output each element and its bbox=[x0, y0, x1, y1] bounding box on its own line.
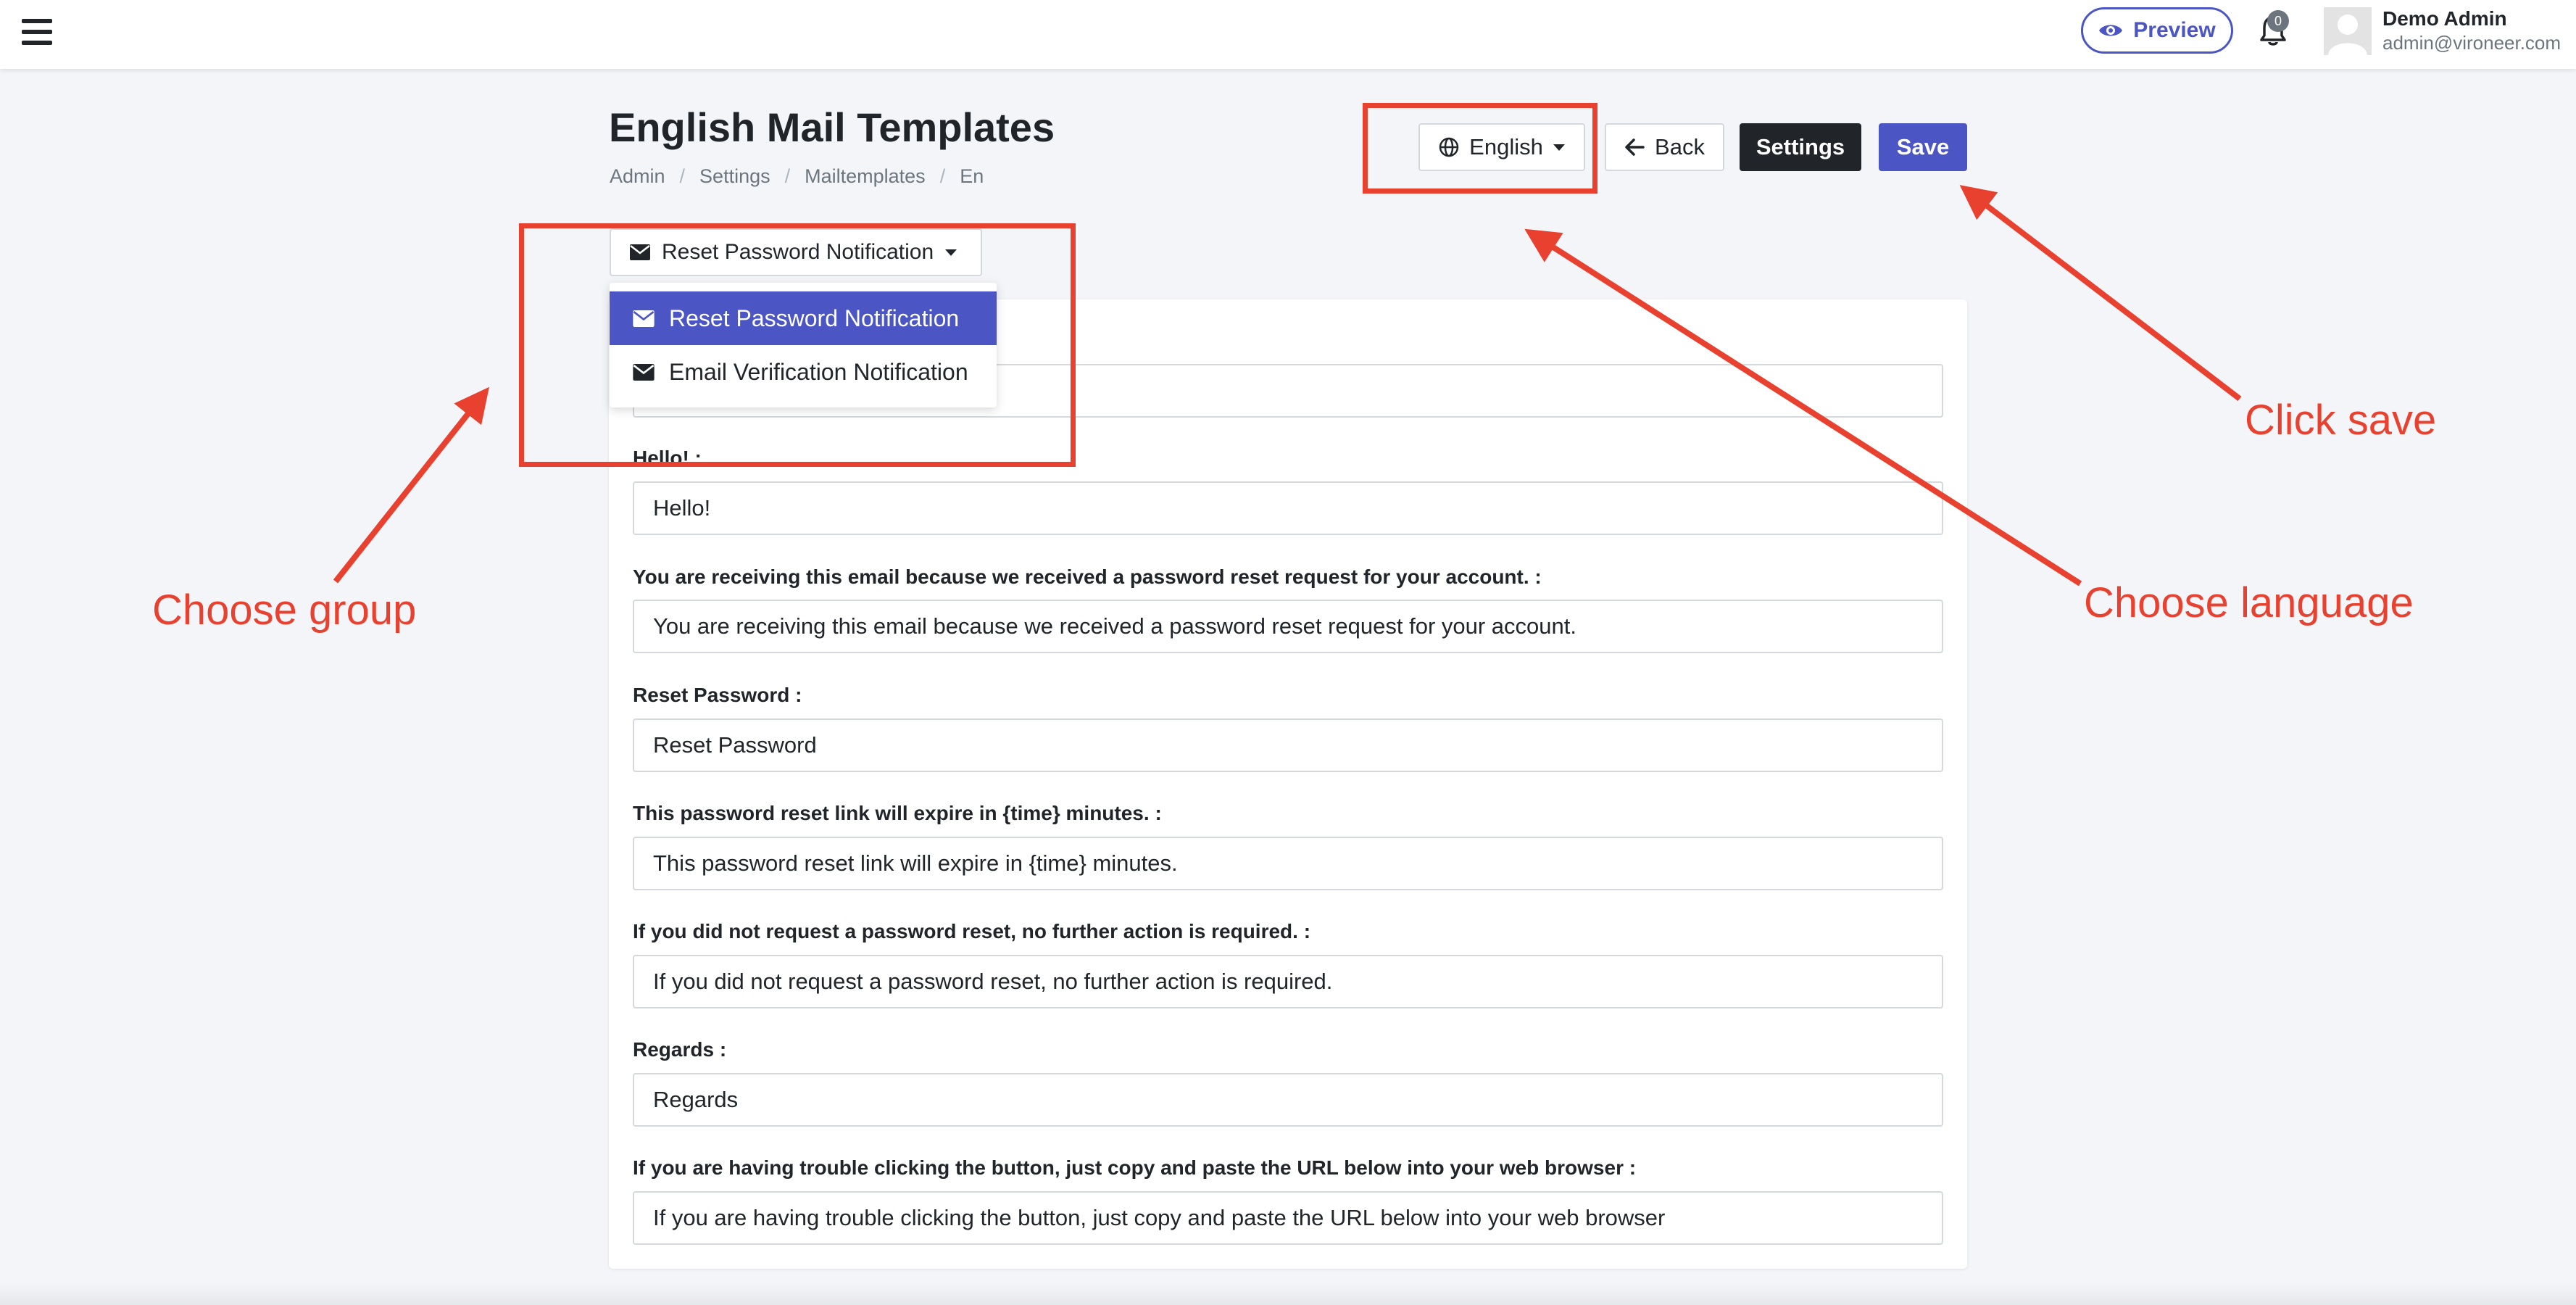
field-input-3[interactable] bbox=[633, 600, 1943, 653]
back-button[interactable]: Back bbox=[1605, 123, 1724, 171]
breadcrumb: Admin / Settings / Mailtemplates / En bbox=[610, 165, 984, 188]
field-label-5: This password reset link will expire in … bbox=[633, 802, 1162, 824]
field-label-7: Regards : bbox=[633, 1038, 727, 1061]
field-label-8: If you are having trouble clicking the b… bbox=[633, 1156, 1637, 1179]
hamburger-icon[interactable] bbox=[22, 19, 52, 45]
field-input-6[interactable] bbox=[633, 955, 1943, 1008]
breadcrumb-separator: / bbox=[679, 165, 686, 187]
eye-icon bbox=[2099, 25, 2123, 36]
user-email: admin@vironeer.com bbox=[2382, 32, 2562, 54]
top-navbar: Preview 0 Demo Admin admin@vironeer.com bbox=[0, 0, 2576, 69]
preview-label: Preview bbox=[2133, 18, 2216, 42]
save-button[interactable]: Save bbox=[1879, 123, 1967, 171]
breadcrumb-separator: / bbox=[939, 165, 946, 187]
page-title: English Mail Templates bbox=[609, 104, 1055, 150]
arrow-to-group bbox=[333, 386, 489, 584]
bottom-edge-shadow bbox=[0, 1283, 2576, 1305]
breadcrumb-separator: / bbox=[784, 165, 791, 187]
preview-button[interactable]: Preview bbox=[2081, 7, 2233, 54]
field-input-8[interactable] bbox=[633, 1191, 1943, 1245]
field-label-3: You are receiving this email because we … bbox=[633, 566, 1542, 588]
arrow-left-icon bbox=[1625, 138, 1645, 156]
annotation-box-group bbox=[519, 223, 1076, 467]
annotation-box-language bbox=[1363, 103, 1597, 194]
annotation-choose-language: Choose language bbox=[2084, 579, 2414, 626]
field-input-2[interactable] bbox=[633, 481, 1943, 535]
user-name: Demo Admin bbox=[2382, 7, 2507, 30]
breadcrumb-settings[interactable]: Settings bbox=[699, 165, 770, 188]
user-silhouette-icon bbox=[2328, 14, 2367, 55]
field-input-5[interactable] bbox=[633, 837, 1943, 890]
breadcrumb-current: En bbox=[960, 165, 984, 187]
field-label-6: If you did not request a password reset,… bbox=[633, 920, 1311, 942]
annotation-click-save: Click save bbox=[2245, 397, 2437, 444]
avatar[interactable] bbox=[2324, 7, 2372, 55]
settings-button[interactable]: Settings bbox=[1740, 123, 1861, 171]
field-input-4[interactable] bbox=[633, 718, 1943, 772]
annotation-choose-group: Choose group bbox=[152, 587, 417, 634]
notification-count-badge: 0 bbox=[2267, 10, 2289, 32]
arrow-to-save bbox=[1959, 185, 2242, 402]
field-label-4: Reset Password : bbox=[633, 684, 802, 706]
breadcrumb-mailtemplates[interactable]: Mailtemplates bbox=[805, 165, 926, 188]
breadcrumb-admin[interactable]: Admin bbox=[610, 165, 665, 188]
field-input-7[interactable] bbox=[633, 1073, 1943, 1127]
back-label: Back bbox=[1655, 134, 1705, 160]
